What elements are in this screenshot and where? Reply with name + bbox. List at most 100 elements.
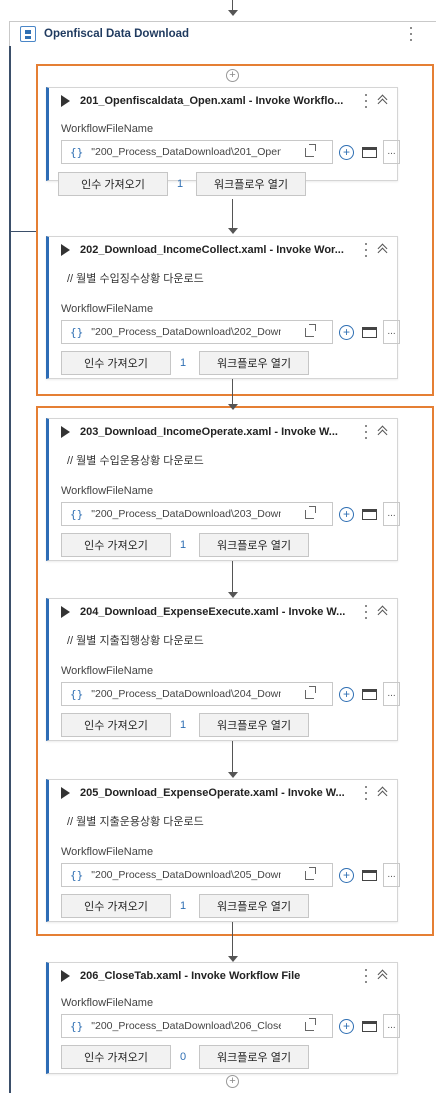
argument-count: 1 [179,539,187,551]
card-title: 203_Download_IncomeOperate.xaml - Invoke… [80,426,338,438]
play-icon[interactable] [61,244,70,256]
collapse-icon[interactable] [377,604,389,618]
card-menu-icon[interactable] [361,605,371,619]
play-icon[interactable] [61,970,70,982]
play-icon[interactable] [61,95,70,107]
invoke-card-206[interactable]: 206_CloseTab.xaml - Invoke Workflow File… [46,962,400,1074]
top-arrow-icon [228,10,238,16]
more-options-button[interactable]: ... [383,502,400,526]
workflow-file-input[interactable]: {} "200_Process_DataDownload\201_Open + [61,140,354,164]
browse-folder-button[interactable] [359,682,379,706]
field-row: {} "200_Process_DataDownload\201_Open + … [61,140,400,164]
card-comment: // 월별 수입운용상황 다운로드 [67,455,204,467]
arrow-down-icon [228,228,238,234]
card-header[interactable]: 206_CloseTab.xaml - Invoke Workflow File [49,963,397,989]
browse-folder-button[interactable] [359,502,379,526]
card-title: 202_Download_IncomeCollect.xaml - Invoke… [80,244,344,256]
more-options-button[interactable]: ... [383,1014,400,1038]
import-arguments-button[interactable]: 인수 가져오기 [61,533,171,557]
open-workflow-button[interactable]: 워크플로우 열기 [199,1045,309,1069]
browse-folder-button[interactable] [359,863,379,887]
argument-count: 1 [179,900,187,912]
open-workflow-button[interactable]: 워크플로우 열기 [199,533,309,557]
plus-icon[interactable]: + [339,868,354,883]
import-arguments-button[interactable]: 인수 가져오기 [61,1045,171,1069]
open-workflow-button[interactable]: 워크플로우 열기 [199,894,309,918]
card-menu-icon[interactable] [361,786,371,800]
sequence-menu-icon[interactable] [406,27,416,41]
expression-icon: {} [70,145,84,159]
browse-folder-button[interactable] [359,1014,379,1038]
expand-editor-icon[interactable] [305,1018,316,1031]
folder-icon [361,869,377,881]
collapse-icon[interactable] [377,424,389,438]
import-arguments-button[interactable]: 인수 가져오기 [61,713,171,737]
card-comment: // 월별 지출집행상황 다운로드 [67,635,204,647]
expand-editor-icon[interactable] [305,144,316,157]
open-workflow-button[interactable]: 워크플로우 열기 [196,172,306,196]
workflow-file-value: "200_Process_DataDownload\204_Down [91,688,282,700]
open-workflow-button[interactable]: 워크플로우 열기 [199,351,309,375]
browse-folder-button[interactable] [359,140,379,164]
workflow-file-input[interactable]: {} "200_Process_DataDownload\205_Down + [61,863,354,887]
card-menu-icon[interactable] [361,94,371,108]
add-activity-top-icon[interactable]: + [226,69,239,82]
field-label: WorkflowFileName [61,123,154,135]
card-header[interactable]: 201_Openfiscaldata_Open.xaml - Invoke Wo… [49,88,397,114]
collapse-icon[interactable] [377,93,389,107]
workflow-file-input[interactable]: {} "200_Process_DataDownload\203_Down + [61,502,354,526]
more-options-button[interactable]: ... [383,320,400,344]
browse-folder-button[interactable] [359,320,379,344]
workflow-file-value: "200_Process_DataDownload\201_Open [91,146,282,158]
card-header[interactable]: 204_Download_ExpenseExecute.xaml - Invok… [49,599,397,625]
expand-editor-icon[interactable] [305,506,316,519]
collapse-icon[interactable] [377,785,389,799]
argument-count: 1 [179,357,187,369]
card-header[interactable]: 205_Download_ExpenseOperate.xaml - Invok… [49,780,397,806]
invoke-card-205[interactable]: 205_Download_ExpenseOperate.xaml - Invok… [46,779,400,922]
field-row: {} "200_Process_DataDownload\202_Down + … [61,320,400,344]
invoke-card-204[interactable]: 204_Download_ExpenseExecute.xaml - Invok… [46,598,400,741]
invoke-card-201[interactable]: 201_Openfiscaldata_Open.xaml - Invoke Wo… [46,87,400,181]
plus-icon[interactable]: + [339,1019,354,1034]
plus-icon[interactable]: + [339,325,354,340]
plus-icon[interactable]: + [339,507,354,522]
play-icon[interactable] [61,606,70,618]
sequence-header[interactable]: Openfiscal Data Download [10,22,436,46]
field-row: {} "200_Process_DataDownload\204_Down + … [61,682,400,706]
open-workflow-button[interactable]: 워크플로우 열기 [199,713,309,737]
more-options-button[interactable]: ... [383,682,400,706]
import-arguments-button[interactable]: 인수 가져오기 [61,351,171,375]
import-arguments-button[interactable]: 인수 가져오기 [58,172,168,196]
play-icon[interactable] [61,787,70,799]
collapse-icon[interactable] [377,968,389,982]
arrow-down-icon [228,404,238,410]
play-icon[interactable] [61,426,70,438]
card-menu-icon[interactable] [361,969,371,983]
expand-editor-icon[interactable] [305,867,316,880]
plus-icon[interactable]: + [339,145,354,160]
more-options-button[interactable]: ... [383,140,400,164]
more-options-button[interactable]: ... [383,863,400,887]
card-header[interactable]: 202_Download_IncomeCollect.xaml - Invoke… [49,237,397,263]
import-arguments-button[interactable]: 인수 가져오기 [61,894,171,918]
expand-editor-icon[interactable] [305,686,316,699]
card-header[interactable]: 203_Download_IncomeOperate.xaml - Invoke… [49,419,397,445]
folder-icon [361,688,377,700]
expand-editor-icon[interactable] [305,324,316,337]
add-activity-bottom-icon[interactable]: + [226,1075,239,1088]
card-menu-icon[interactable] [361,425,371,439]
card-menu-icon[interactable] [361,243,371,257]
folder-icon [361,326,377,338]
workflow-file-input[interactable]: {} "200_Process_DataDownload\202_Down + [61,320,354,344]
workflow-file-value: "200_Process_DataDownload\205_Down [91,869,282,881]
card-buttons-201: 인수 가져오기 1 워크플로우 열기 [58,172,306,196]
invoke-card-203[interactable]: 203_Download_IncomeOperate.xaml - Invoke… [46,418,400,561]
invoke-card-202[interactable]: 202_Download_IncomeCollect.xaml - Invoke… [46,236,400,379]
workflow-file-input[interactable]: {} "200_Process_DataDownload\206_Close + [61,1014,354,1038]
collapse-icon[interactable] [377,242,389,256]
workflow-file-input[interactable]: {} "200_Process_DataDownload\204_Down + [61,682,354,706]
workflow-file-value: "200_Process_DataDownload\206_Close [91,1020,282,1032]
plus-icon[interactable]: + [339,687,354,702]
field-label: WorkflowFileName [61,485,154,497]
